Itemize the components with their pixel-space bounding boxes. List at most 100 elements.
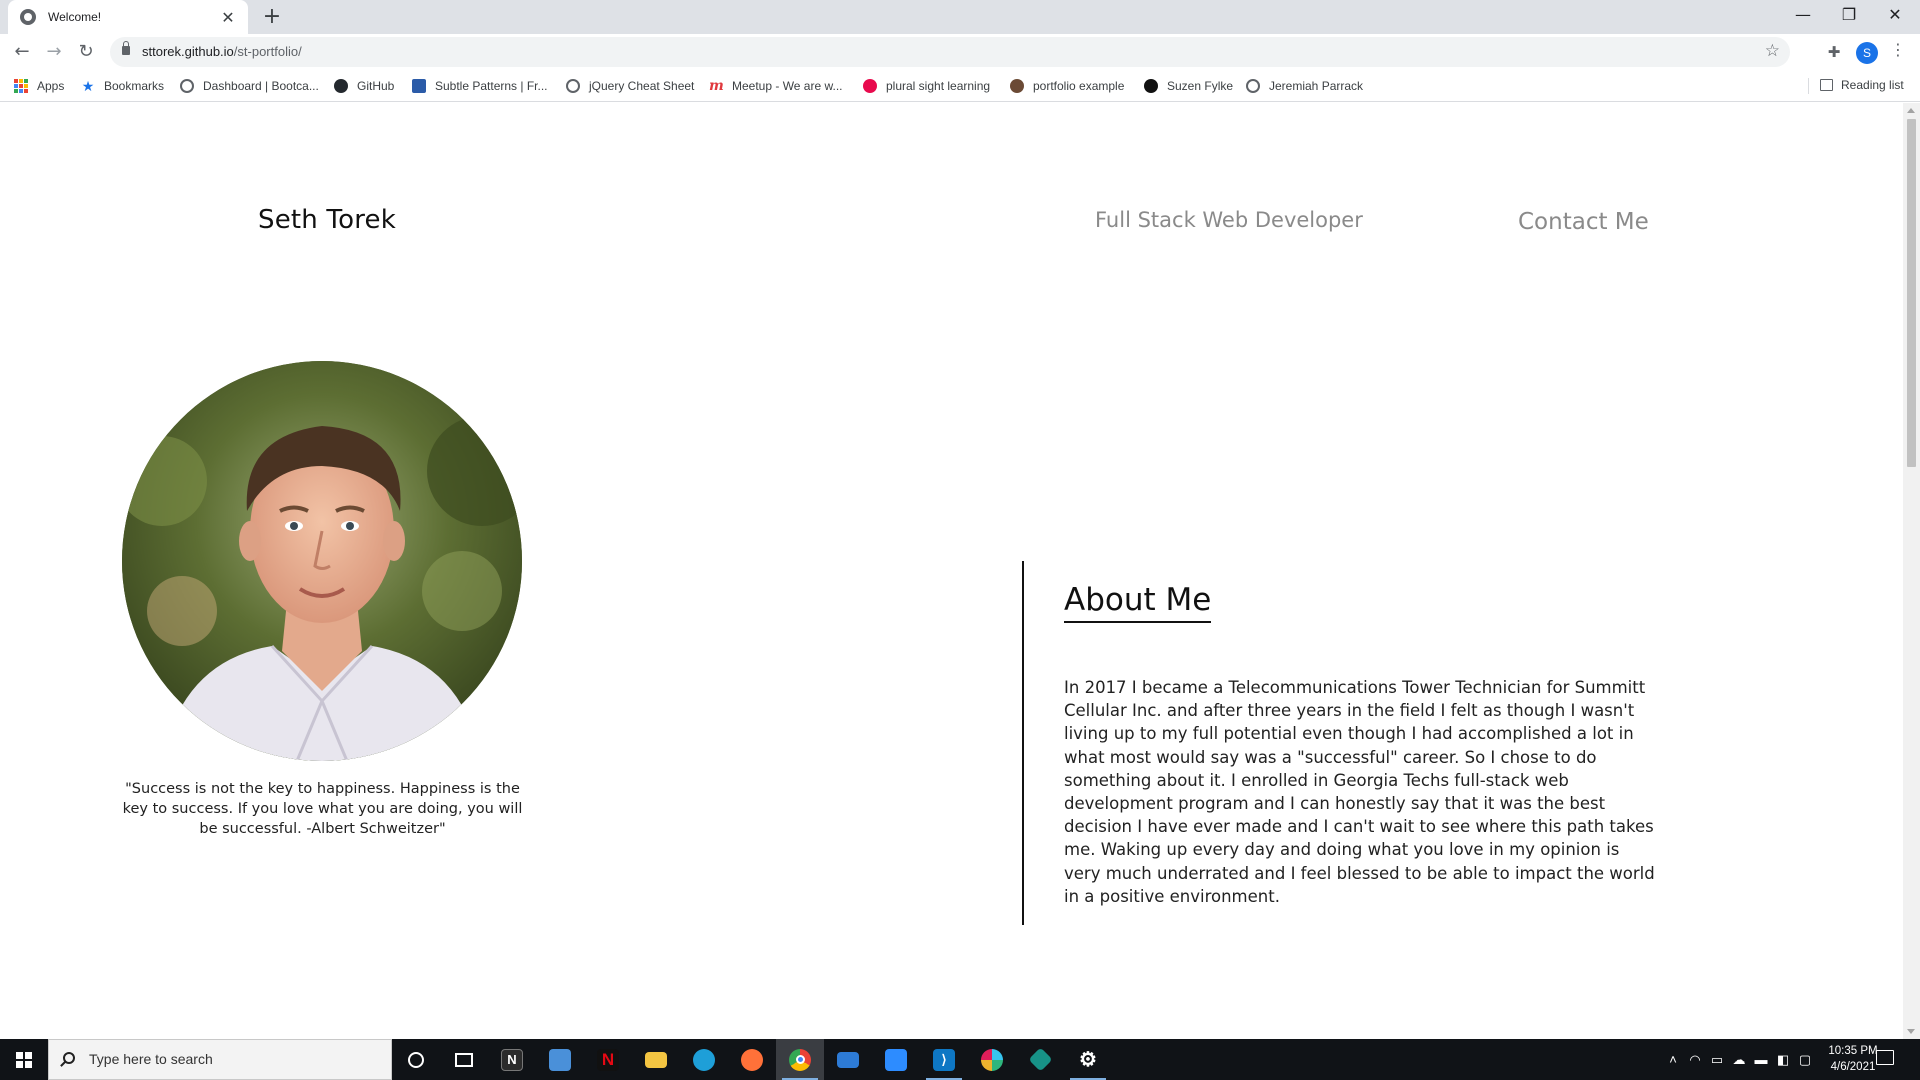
bookmark-portfolio-example[interactable]: portfolio example (1010, 78, 1124, 94)
chrome-icon (789, 1048, 811, 1071)
back-arrow-icon[interactable]: ← (8, 38, 36, 66)
bookmark-suzen-fylke[interactable]: Suzen Fylke (1144, 78, 1233, 94)
browser-toolbar: ← → ↻ sttorek.github.io/st-portfolio/ ☆ … (0, 34, 1920, 70)
about-me-text: In 2017 I became a Telecommunications To… (1064, 678, 1655, 906)
taskbar-gitkraken[interactable] (1016, 1039, 1064, 1080)
edge-icon (693, 1048, 715, 1071)
search-placeholder: Type here to search (89, 1051, 213, 1067)
bookmarks-bar: Apps ★ Bookmarks Dashboard | Bootca... G… (0, 70, 1920, 102)
bookmark-jquery[interactable]: jQuery Cheat Sheet (566, 78, 694, 94)
windows-taskbar: Type here to search N N ⟩ ⚙ ˄ ◠ ▭ ☁ ▬ ◧ … (0, 1039, 1920, 1080)
globe-icon (1246, 79, 1260, 93)
volume-icon[interactable]: ◧ (1772, 1052, 1794, 1068)
globe-icon (566, 79, 580, 93)
bookmark-apps[interactable]: Apps (14, 78, 64, 94)
scroll-down-arrow-icon[interactable] (1907, 1029, 1915, 1034)
monitor-icon[interactable]: ▢ (1794, 1052, 1816, 1068)
slack-icon (981, 1048, 1003, 1071)
network-icon[interactable]: ◠ (1684, 1052, 1706, 1068)
star-icon: ★ (81, 78, 95, 94)
scrollbar-thumb[interactable] (1907, 119, 1916, 467)
avatar-icon (1010, 79, 1024, 93)
folder-icon (645, 1051, 667, 1068)
profile-avatar[interactable]: S (1856, 42, 1878, 64)
globe-icon (180, 79, 194, 93)
taskbar-search-box[interactable]: Type here to search (48, 1039, 392, 1080)
cortana-circle-icon (408, 1051, 424, 1068)
taskbar-mail[interactable] (824, 1039, 872, 1080)
device-icon[interactable]: ▭ (1706, 1052, 1728, 1068)
taskbar-settings[interactable]: ⚙ (1064, 1039, 1112, 1080)
page-viewport: Seth Torek Full Stack Web Developer Cont… (0, 103, 1903, 1039)
taskbar-netflix[interactable]: N (584, 1039, 632, 1080)
site-name[interactable]: Seth Torek (258, 205, 396, 235)
bookmark-bookmarks[interactable]: ★ Bookmarks (81, 78, 164, 94)
s-logo-icon (1144, 79, 1158, 93)
bookmark-subtle-patterns[interactable]: Subtle Patterns | Fr... (412, 78, 548, 94)
bookmark-jeremiah-parrack[interactable]: Jeremiah Parrack (1246, 78, 1363, 94)
notification-center-icon[interactable] (1876, 1050, 1894, 1065)
show-hidden-icons-icon[interactable]: ˄ (1662, 1052, 1684, 1067)
address-bar[interactable]: sttorek.github.io/st-portfolio/ ☆ (110, 37, 1790, 67)
taskbar-notion[interactable]: N (488, 1039, 536, 1080)
tab-strip: Welcome! ✕ + — ❐ ✕ (0, 0, 1920, 34)
onedrive-cloud-icon[interactable]: ☁ (1728, 1052, 1750, 1068)
apps-grid-icon (14, 79, 28, 93)
taskbar-chrome[interactable] (776, 1039, 824, 1080)
store-bag-icon (549, 1048, 571, 1071)
zoom-camera-icon (885, 1048, 907, 1071)
windows-logo-icon (16, 1052, 32, 1068)
reload-icon[interactable]: ↻ (72, 38, 100, 66)
new-tab-button[interactable]: + (258, 3, 286, 31)
gitkraken-icon (1027, 1047, 1053, 1072)
page-scrollbar[interactable] (1903, 103, 1920, 1039)
minimize-icon[interactable]: — (1780, 0, 1826, 30)
bookmark-pluralsight[interactable]: plural sight learning (863, 78, 990, 94)
profile-photo (122, 361, 522, 761)
taskbar-zoom[interactable] (872, 1039, 920, 1080)
taskbar-store[interactable] (536, 1039, 584, 1080)
chrome-menu-icon[interactable]: ⋮ (1888, 40, 1908, 64)
pluralsight-icon (863, 79, 877, 93)
nav-full-stack-developer[interactable]: Full Stack Web Developer (1095, 208, 1363, 232)
url-text[interactable]: sttorek.github.io/st-portfolio/ (142, 44, 302, 59)
battery-icon[interactable]: ▬ (1750, 1052, 1772, 1067)
nav-contact-me[interactable]: Contact Me (1518, 209, 1649, 235)
cortana-button[interactable] (392, 1039, 440, 1080)
window-close-icon[interactable]: ✕ (1872, 0, 1918, 30)
close-tab-icon[interactable]: ✕ (218, 8, 238, 27)
scroll-up-arrow-icon[interactable] (1907, 108, 1915, 113)
taskbar-edge[interactable] (680, 1039, 728, 1080)
subtle-patterns-icon (412, 79, 426, 93)
forward-arrow-icon[interactable]: → (40, 38, 68, 66)
bookmark-dashboard[interactable]: Dashboard | Bootca... (180, 78, 319, 94)
firefox-icon (741, 1048, 763, 1071)
section-divider (1022, 561, 1024, 925)
start-button[interactable] (0, 1039, 48, 1080)
tab-title: Welcome! (48, 10, 102, 24)
mail-icon (837, 1051, 859, 1068)
notion-icon: N (501, 1048, 523, 1071)
reading-list-button[interactable]: Reading list (1820, 78, 1904, 92)
gear-icon: ⚙ (1079, 1049, 1097, 1071)
search-icon (63, 1052, 75, 1064)
browser-tab[interactable]: Welcome! ✕ (8, 0, 248, 34)
netflix-icon: N (597, 1048, 619, 1071)
bookmark-meetup[interactable]: m Meetup - We are w... (709, 78, 843, 94)
extensions-puzzle-icon[interactable]: ✚ (1822, 40, 1846, 64)
meetup-icon: m (709, 78, 724, 94)
system-tray: ˄ ◠ ▭ ☁ ▬ ◧ ▢ (1662, 1039, 1816, 1080)
task-view-icon (455, 1052, 473, 1067)
lock-icon[interactable] (122, 41, 130, 55)
restore-icon[interactable]: ❐ (1826, 0, 1872, 30)
taskbar-file-explorer[interactable] (632, 1039, 680, 1080)
taskbar-vscode[interactable]: ⟩ (920, 1039, 968, 1080)
task-view-button[interactable] (440, 1039, 488, 1080)
bookmark-github[interactable]: GitHub (334, 78, 394, 94)
vscode-icon: ⟩ (933, 1048, 955, 1071)
taskbar-firefox[interactable] (728, 1039, 776, 1080)
taskbar-slack[interactable] (968, 1039, 1016, 1080)
bookmark-star-icon[interactable]: ☆ (1765, 41, 1780, 61)
bookmarks-divider (1808, 78, 1809, 94)
quote-text: "Success is not the key to happiness. Ha… (122, 781, 523, 837)
